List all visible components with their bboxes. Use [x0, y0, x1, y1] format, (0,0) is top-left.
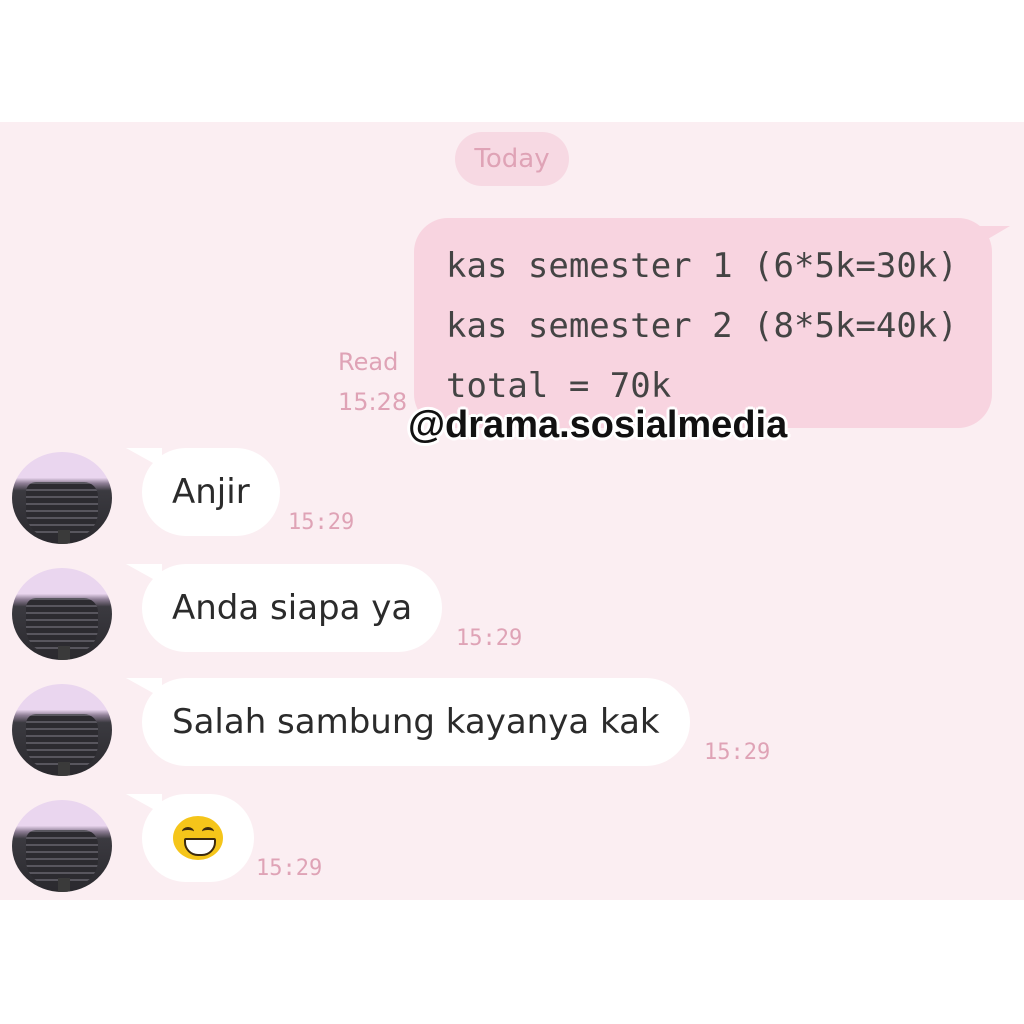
incoming-message-bubble[interactable]: Anjir: [142, 448, 280, 536]
watermark: @drama.sosialmedia: [408, 404, 788, 446]
message-text: Anda siapa ya: [172, 588, 413, 628]
read-status: Read: [338, 348, 399, 376]
grinning-squinting-face-icon: [173, 816, 223, 860]
avatar[interactable]: [12, 452, 112, 544]
message-time: 15:29: [456, 626, 523, 651]
message-line: kas semester 1 (6*5k=30k): [446, 246, 958, 286]
incoming-message-bubble[interactable]: Anda siapa ya: [142, 564, 443, 652]
message-time: 15:29: [704, 740, 771, 765]
message-time: 15:28: [338, 388, 408, 416]
chat-area[interactable]: Today Read 15:28 kas semester 1 (6*5k=30…: [0, 122, 1024, 900]
outgoing-message-meta: Read 15:28: [338, 342, 407, 422]
message-time: 15:29: [288, 510, 355, 535]
message-time: 15:29: [256, 856, 323, 881]
message-text: Salah sambung kayanya kak: [172, 702, 660, 742]
date-separator: Today: [455, 132, 569, 186]
avatar[interactable]: [12, 568, 112, 660]
avatar[interactable]: [12, 800, 112, 892]
avatar[interactable]: [12, 684, 112, 776]
message-text: Anjir: [172, 472, 250, 512]
message-line: kas semester 2 (8*5k=40k): [446, 306, 958, 346]
outgoing-message-bubble[interactable]: kas semester 1 (6*5k=30k) kas semester 2…: [414, 218, 992, 428]
incoming-message-bubble[interactable]: [142, 794, 254, 882]
incoming-message-bubble[interactable]: Salah sambung kayanya kak: [142, 678, 690, 766]
